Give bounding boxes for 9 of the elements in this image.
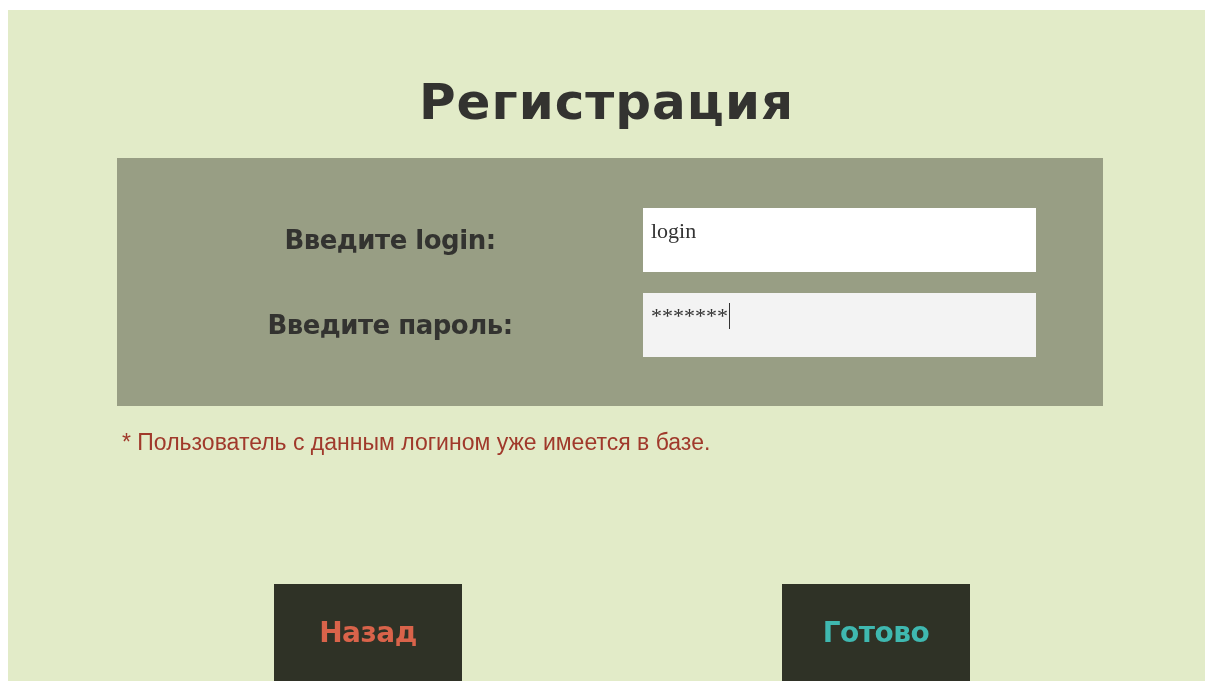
action-button[interactable]: Готово: [782, 584, 970, 681]
input-field[interactable]: *******: [643, 293, 1036, 357]
field-label: Введите пароль:: [266, 310, 514, 340]
text-cursor-icon: [729, 303, 730, 329]
action-button[interactable]: Назад: [274, 584, 462, 681]
input-field[interactable]: login: [643, 208, 1036, 272]
error-message: * Пользователь с данным логином уже имеется в базе.: [122, 428, 712, 456]
field-label: Введите login:: [283, 225, 497, 255]
page-title: Регистрация: [417, 72, 796, 132]
